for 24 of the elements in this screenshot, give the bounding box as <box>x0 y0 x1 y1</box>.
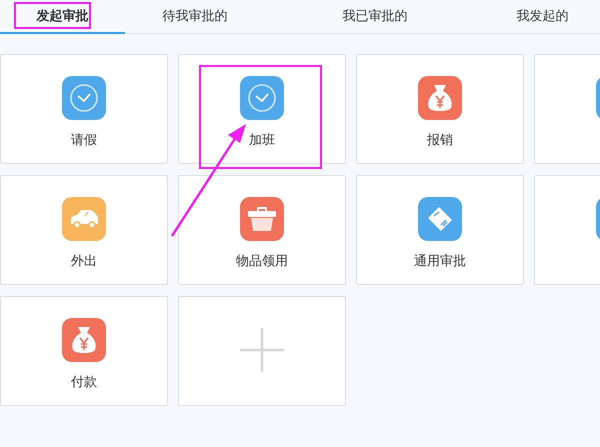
card-label: 加班 <box>249 132 275 149</box>
approval-card[interactable]: 物品领用 <box>178 175 346 285</box>
plus-icon <box>240 328 284 372</box>
tab[interactable]: 发起审批 <box>0 0 125 34</box>
approval-card[interactable]: 通用审批 <box>356 175 524 285</box>
card-label: 付款 <box>71 374 97 391</box>
toolbox-icon <box>247 205 277 233</box>
card-label: 报销 <box>427 132 453 149</box>
tab[interactable]: 我发起的 <box>485 0 600 34</box>
card-label: 外出 <box>71 253 97 270</box>
clock-icon <box>247 83 277 113</box>
money-bag-icon <box>427 83 453 113</box>
approval-card[interactable]: 请假 <box>0 54 168 164</box>
tab[interactable]: 我已审批的 <box>265 0 485 34</box>
card-label: 通用审批 <box>414 253 466 270</box>
money-bag-icon <box>71 325 97 355</box>
approval-card[interactable]: 报销 <box>356 54 524 164</box>
tab[interactable]: 待我审批的 <box>125 0 265 34</box>
approval-card[interactable]: 付款 <box>0 296 168 406</box>
approval-card[interactable]: 外出 <box>0 175 168 285</box>
card-label: 请假 <box>71 132 97 149</box>
card-label: 物品领用 <box>236 253 288 270</box>
clock-icon <box>69 83 99 113</box>
add-card[interactable] <box>178 296 346 406</box>
